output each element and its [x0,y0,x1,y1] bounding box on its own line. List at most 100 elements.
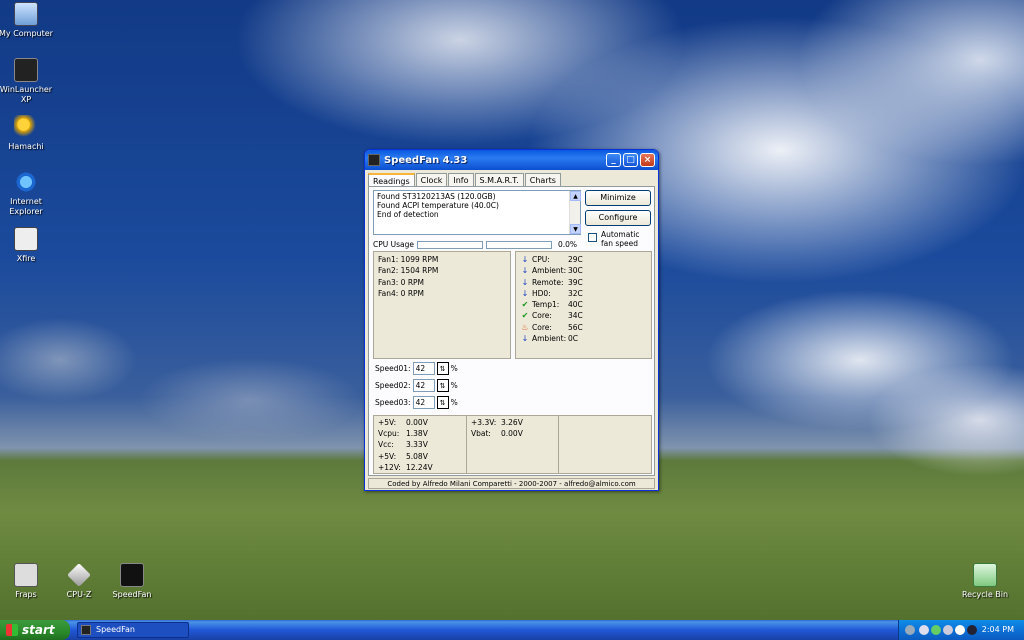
status-bar: Coded by Alfredo Milani Comparetti - 200… [368,478,655,489]
scroll-up-icon[interactable]: ▲ [570,191,581,201]
desktop-icon-label: Hamachi [8,142,44,151]
speed02-input[interactable]: 42 [412,379,435,392]
scroll-down-icon[interactable]: ▼ [570,224,581,234]
window-title: SpeedFan 4.33 [384,154,468,166]
voltage-reading: +5V: 5.08V [378,451,428,461]
desktop-icon-winlauncher[interactable]: WinLauncher XP [0,58,58,105]
tray-speedfan-icon[interactable] [943,625,953,635]
tray-arrow-icon[interactable] [905,625,915,635]
temperature-value: 30C [568,266,583,276]
desktop-icon-label: My Computer [0,29,53,38]
desktop-icon-xfire[interactable]: Xfire [0,227,58,264]
temperature-value: 34C [568,311,583,321]
tab-charts[interactable]: Charts [524,173,561,186]
temperature-reading: ↓ HD0: 32C [520,288,647,299]
system-tray: 2:04 PM [898,620,1024,640]
temp-ok-check-icon: ✔ [521,300,529,310]
fraps-icon [14,563,38,587]
temperature-value: 0C [568,334,579,344]
speed-label: Speed02: [375,381,411,390]
speed01-input[interactable]: 42 [412,362,435,375]
temperature-value: 29C [568,255,583,264]
tray-app-icon[interactable] [967,625,977,635]
automatic-fan-speed-checkbox[interactable] [588,233,597,242]
tray-app-icon[interactable] [955,625,965,635]
cpu-usage-bar-2 [486,241,552,249]
computer-icon [14,2,38,26]
temperature-value: 39C [568,277,583,287]
temperature-value: 40C [568,300,583,310]
start-label: start [22,623,55,637]
spinner-arrows-icon[interactable]: ⇅ [436,396,449,409]
close-window-button[interactable]: × [640,153,655,167]
temperature-reading: ✔ Temp1: 40C [520,299,647,310]
temperature-name: Temp1: [532,300,560,310]
temperature-name: Ambient: [532,334,567,344]
speedfan-icon [120,563,144,587]
voltage-reading: Vcc: 3.33V [378,440,428,450]
title-bar[interactable]: SpeedFan 4.33 _ □ × [365,150,658,170]
temp-down-arrow-icon: ↓ [521,288,529,298]
cpu-usage-label: CPU Usage [373,240,415,249]
tab-clock[interactable]: Clock [415,173,448,186]
temperature-reading: ↓ Ambient: 0C [520,333,647,344]
temperature-name: HD0: [532,288,551,298]
speedfan-icon [81,625,91,635]
temperature-reading: ↓ CPU: 29C [520,254,647,265]
fan-reading: Fan3: 0 RPM [378,277,425,287]
speedfan-window: SpeedFan 4.33 _ □ × Readings Clock Info … [364,149,659,491]
voltage-column-left: +5V: 0.00V Vcpu: 1.38V Vcc: 3.33V +5V: 5.08V… [378,417,433,473]
film-icon [14,58,38,82]
tab-readings[interactable]: Readings [368,173,415,187]
voltage-divider [558,416,559,473]
speed-label: Speed01: [375,364,411,373]
temperature-reading: ↓ Ambient: 30C [520,265,647,276]
fan-readings-box: Fan1: 1099 RPM Fan2: 1504 RPM Fan3: 0 RP… [373,251,511,359]
cpu-usage-bar-1 [417,241,483,249]
tray-volume-icon[interactable] [919,625,929,635]
temperature-name: Core: [532,322,552,332]
minimize-button[interactable]: Minimize [585,190,651,206]
temperature-reading: ✔ Core: 34C [520,310,647,321]
temperature-name: CPU: [532,255,550,264]
windows-logo-icon [6,624,18,636]
desktop-icon-speedfan[interactable]: SpeedFan [100,563,164,600]
speed03-input[interactable]: 42 [412,396,435,409]
minimize-window-button[interactable]: _ [606,153,621,167]
configure-button[interactable]: Configure [585,210,651,226]
xfire-icon [14,227,38,251]
start-button[interactable]: start [0,620,70,640]
readings-panel: Found ST3120213AS (120.0GB) Found ACPI t… [368,186,655,476]
tab-strip: Readings Clock Info S.M.A.R.T. Charts [365,170,658,187]
fan-reading: Fan1: 1099 RPM [378,255,439,264]
desktop-icon-my-computer[interactable]: My Computer [0,2,58,39]
temperature-name: Ambient: [532,266,567,276]
taskbar: start SpeedFan 2:04 PM [0,620,1024,640]
hamachi-icon [14,115,38,139]
ie-icon [14,170,38,194]
maximize-window-button[interactable]: □ [623,153,638,167]
automatic-fan-speed-label: Automatic fan speed [601,230,640,248]
detection-log[interactable]: Found ST3120213AS (120.0GB) Found ACPI t… [373,190,581,235]
speed02-control: Speed02: 42 ⇅ % [375,379,458,392]
recycle-bin-icon [973,563,997,587]
tab-info[interactable]: Info [448,173,474,186]
tab-smart[interactable]: S.M.A.R.T. [474,173,524,186]
log-scrollbar[interactable]: ▲ ▼ [569,191,581,234]
desktop-icon-internet-explorer[interactable]: Internet Explorer [0,170,58,217]
spinner-arrows-icon[interactable]: ⇅ [436,362,449,375]
temperature-name: Core: [532,311,552,321]
desktop-icon-label: Internet Explorer [9,197,43,216]
fan-reading: Fan4: 0 RPM [378,288,425,298]
temp-down-arrow-icon: ↓ [521,277,529,287]
desktop-icon-label: Recycle Bin [961,590,1009,599]
desktop-icon-recycle-bin[interactable]: Recycle Bin [953,563,1017,600]
voltage-divider [466,416,467,473]
voltage-reading: +3.3V: 3.26V [471,418,523,427]
desktop-icon-hamachi[interactable]: Hamachi [0,115,58,152]
taskbar-item-label: SpeedFan [96,625,135,634]
taskbar-item-speedfan[interactable]: SpeedFan [77,622,189,638]
tray-network-icon[interactable] [931,625,941,635]
speed-unit: % [450,381,458,390]
spinner-arrows-icon[interactable]: ⇅ [436,379,449,392]
